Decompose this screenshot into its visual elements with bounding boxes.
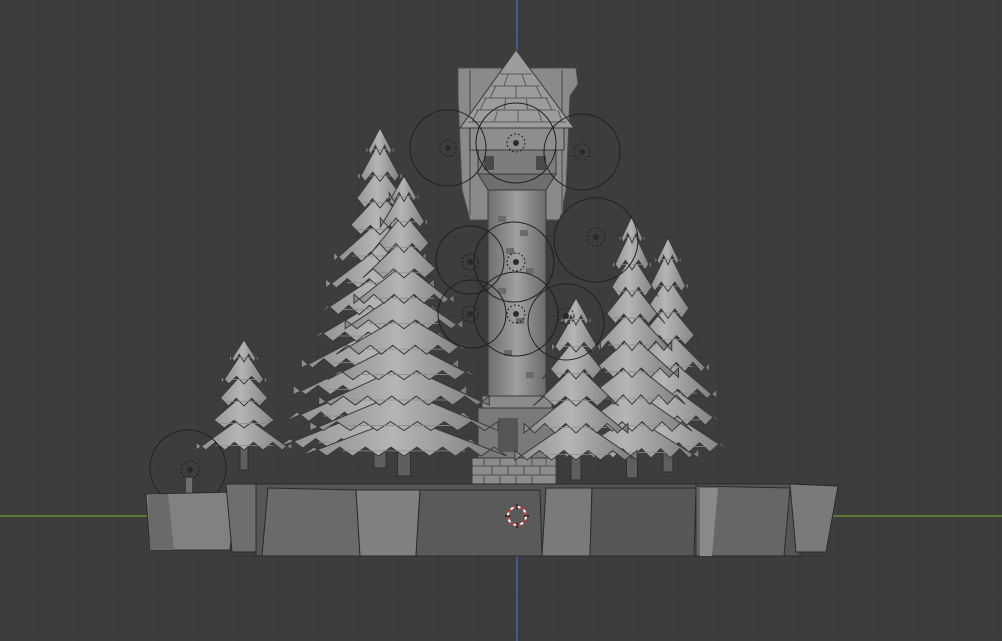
tower-brick-base (471, 457, 557, 485)
3d-viewport[interactable] (0, 0, 1002, 641)
base-platform[interactable] (145, 483, 839, 557)
